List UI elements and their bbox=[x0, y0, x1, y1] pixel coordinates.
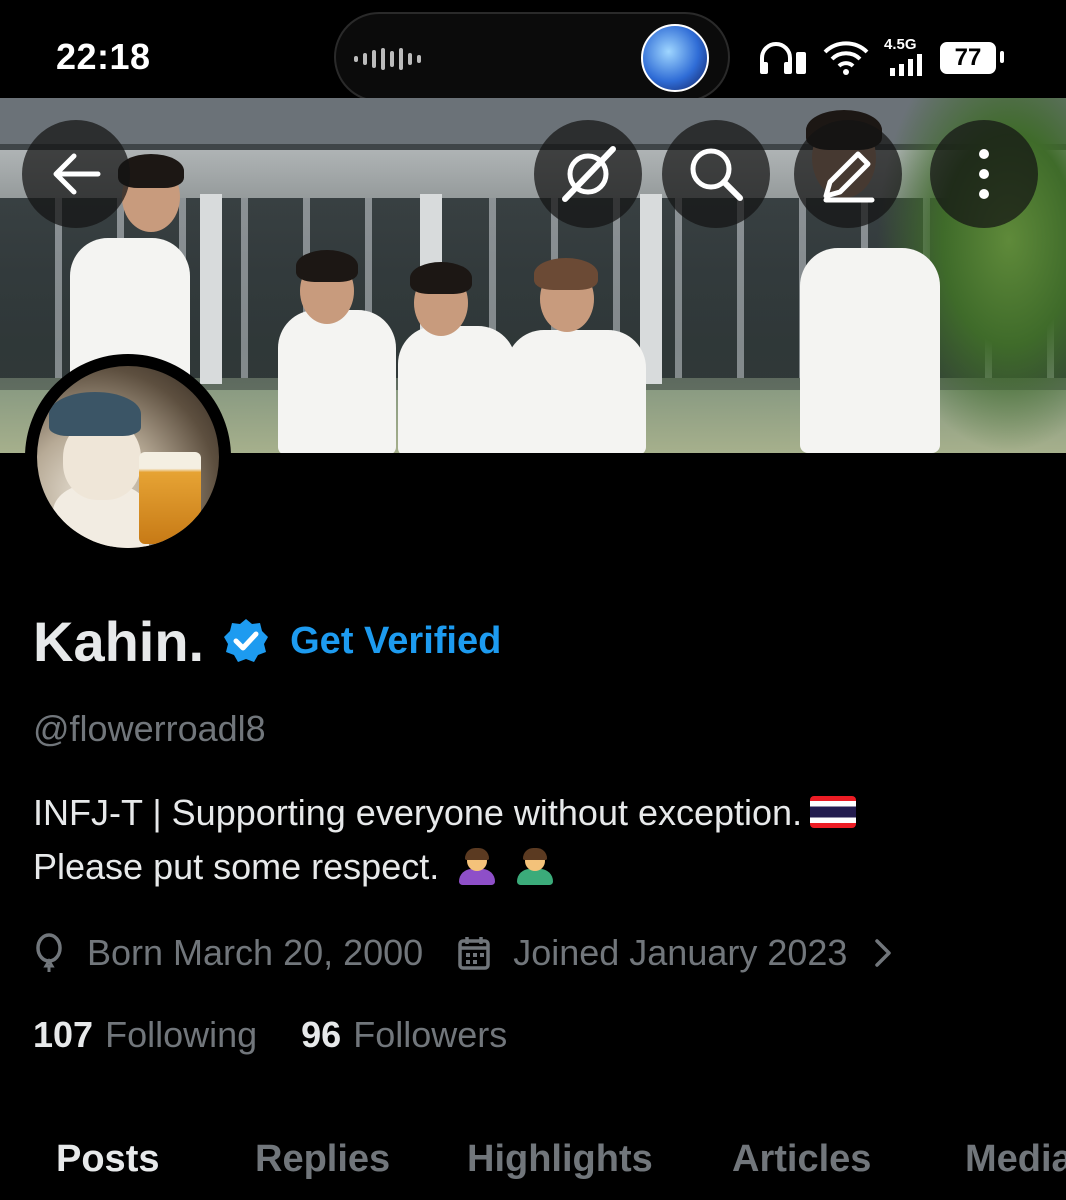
more-button[interactable] bbox=[930, 120, 1038, 228]
banner-person bbox=[506, 330, 646, 453]
battery-icon: 77 bbox=[940, 42, 996, 74]
wifi-icon bbox=[823, 41, 869, 75]
arrow-left-icon bbox=[53, 153, 101, 195]
dynamic-island[interactable] bbox=[334, 12, 730, 102]
pencil-icon bbox=[823, 151, 875, 203]
edit-button[interactable] bbox=[794, 120, 902, 228]
profile-handle: @flowerroadl8 bbox=[33, 708, 266, 749]
tab-highlights[interactable]: Highlights bbox=[467, 1138, 653, 1181]
thailand-flag-emoji bbox=[810, 796, 857, 828]
tab-posts[interactable]: Posts bbox=[56, 1138, 159, 1181]
following-link[interactable]: 107 Following bbox=[33, 1014, 257, 1056]
woman-bowing-emoji bbox=[457, 845, 497, 885]
birthday-text: Born March 20, 2000 bbox=[87, 932, 424, 973]
profile-bio: INFJ-T | Supporting everyone without exc… bbox=[33, 786, 857, 894]
banner-person bbox=[800, 248, 940, 453]
avatar-image bbox=[37, 366, 219, 548]
display-name: Kahin. bbox=[33, 609, 205, 673]
system-icons: 4.5G 77 bbox=[758, 36, 1018, 82]
avatar-dog-cap bbox=[49, 392, 141, 436]
profile-avatar[interactable] bbox=[25, 354, 231, 560]
more-vertical-icon bbox=[979, 149, 989, 199]
cellular-signal-icon bbox=[890, 54, 922, 76]
bio-line-2: Please put some respect. bbox=[33, 846, 440, 887]
follow-stats: 107 Following 96 Followers bbox=[33, 1014, 551, 1056]
headphones-icon bbox=[760, 42, 806, 74]
audio-waveform-icon bbox=[354, 48, 421, 70]
status-time: 22:18 bbox=[56, 36, 151, 77]
balloon-icon bbox=[36, 933, 62, 972]
banner-person-hair bbox=[410, 262, 472, 294]
bio-line-1: INFJ-T | Supporting everyone without exc… bbox=[33, 792, 803, 833]
profile-tabs: Posts Replies Highlights Articles Media bbox=[0, 1130, 1066, 1200]
banner-person-hair bbox=[534, 258, 598, 290]
status-bar: 22:18 4.5G 77 bbox=[0, 0, 1066, 102]
battery-tip bbox=[1000, 51, 1004, 63]
tab-media[interactable]: Media bbox=[965, 1138, 1066, 1181]
joined-date-text: Joined January 2023 bbox=[513, 932, 848, 973]
avatar-beer-glass bbox=[139, 452, 201, 544]
following-label: Following bbox=[105, 1014, 258, 1055]
slash-circle-icon bbox=[562, 146, 616, 202]
tab-replies[interactable]: Replies bbox=[255, 1138, 390, 1181]
chevron-right-icon[interactable] bbox=[873, 937, 893, 969]
get-verified-link[interactable]: Get Verified bbox=[290, 620, 501, 663]
man-bowing-emoji bbox=[515, 845, 555, 885]
network-type-label: 4.5G bbox=[884, 36, 917, 53]
banner-person bbox=[398, 326, 516, 453]
calendar-icon bbox=[458, 937, 490, 970]
banner-person-hair bbox=[296, 250, 358, 282]
grok-button[interactable] bbox=[534, 120, 642, 228]
banner-person bbox=[278, 310, 396, 453]
tab-articles[interactable]: Articles bbox=[732, 1138, 871, 1181]
verified-badge-icon bbox=[224, 619, 269, 662]
banner-pillar bbox=[200, 194, 222, 384]
back-button[interactable] bbox=[22, 120, 130, 228]
profile-meta[interactable]: Born March 20, 2000 Joined January 2023 bbox=[33, 928, 915, 978]
followers-link[interactable]: 96 Followers bbox=[301, 1014, 507, 1056]
following-count: 107 bbox=[33, 1014, 94, 1055]
search-button[interactable] bbox=[662, 120, 770, 228]
app-avatar-icon bbox=[641, 24, 709, 92]
name-row: Kahin. Get Verified bbox=[33, 606, 501, 676]
search-icon bbox=[690, 148, 743, 201]
followers-count: 96 bbox=[301, 1014, 342, 1055]
followers-label: Followers bbox=[353, 1014, 508, 1055]
